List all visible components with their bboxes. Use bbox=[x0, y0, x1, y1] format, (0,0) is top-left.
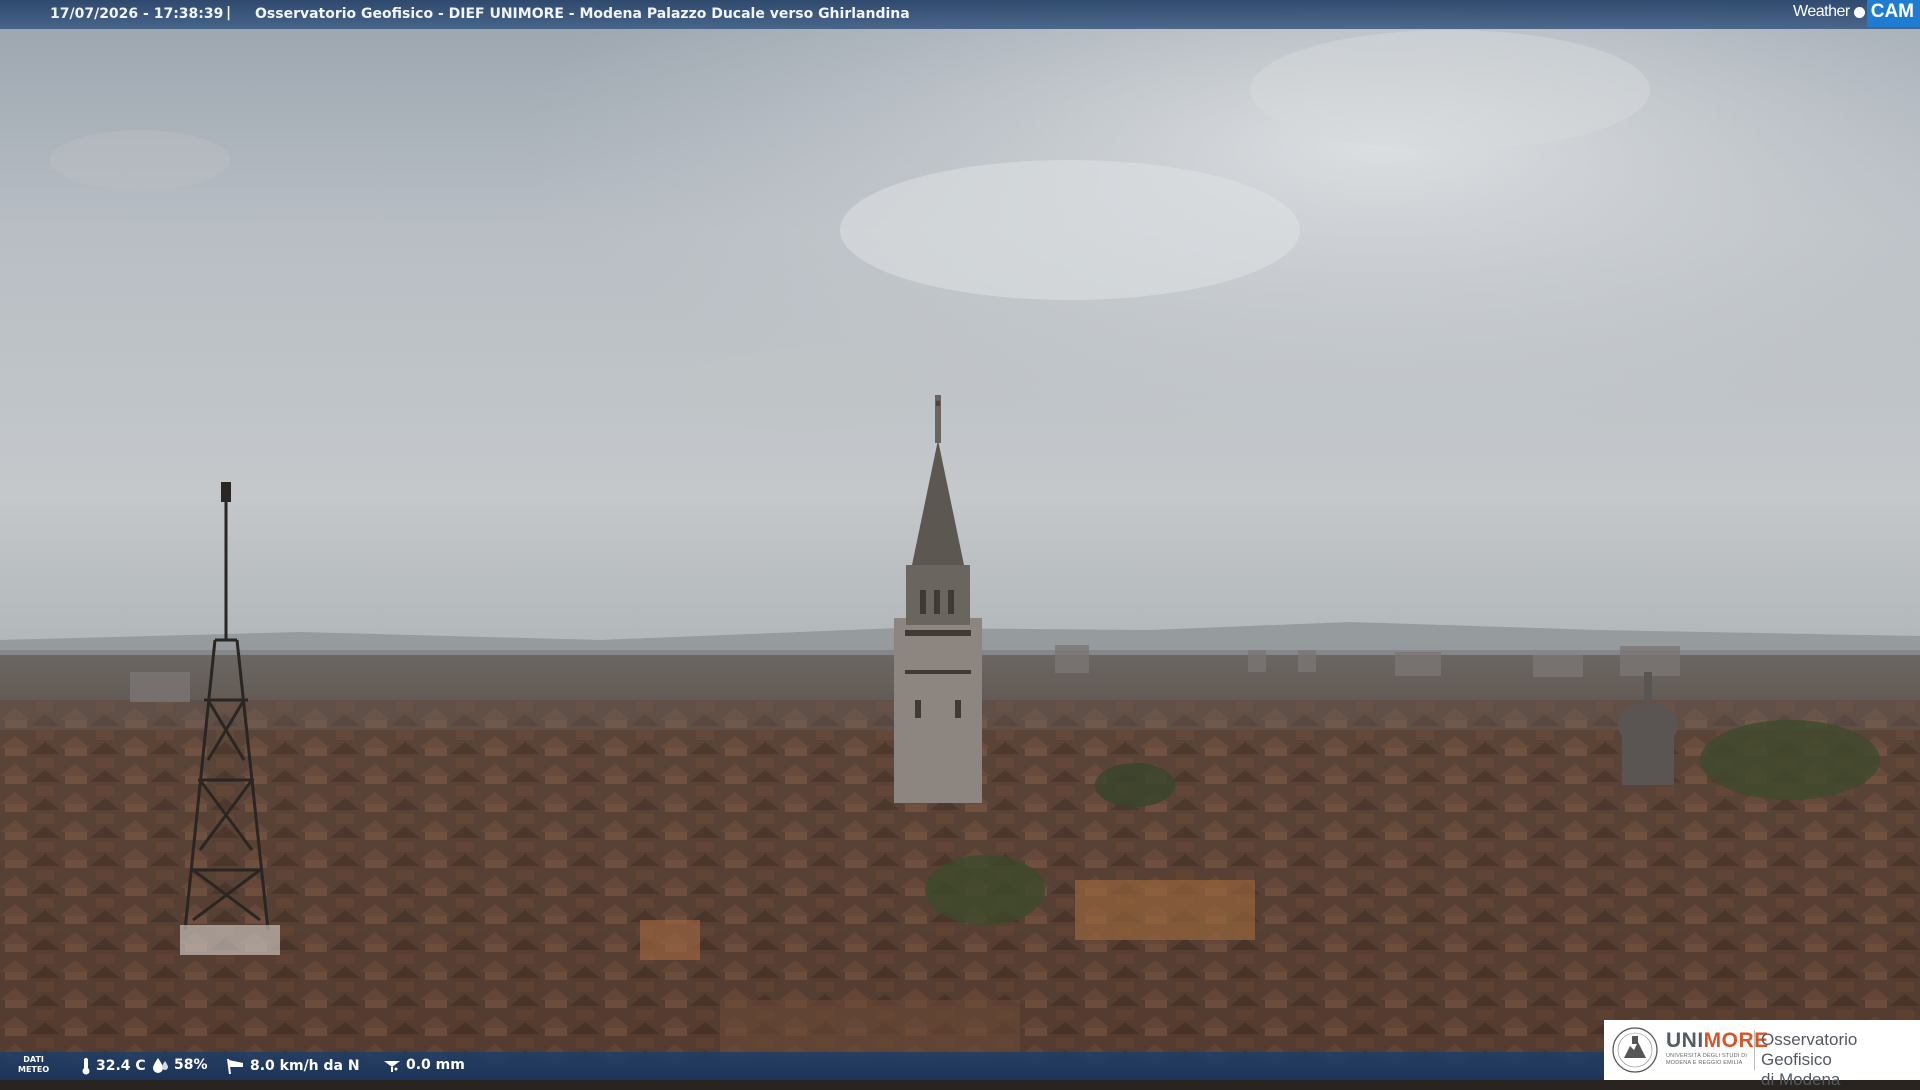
rain-value: 0.0 mm bbox=[406, 1057, 465, 1073]
caption-separator: | bbox=[226, 5, 232, 21]
wind-value: 8.0 km/h da N bbox=[250, 1058, 360, 1074]
temperature-value: 32.4 C bbox=[96, 1058, 146, 1074]
university-seal-icon bbox=[1612, 1027, 1658, 1073]
weathercam-logo-weather: Weather bbox=[1793, 3, 1850, 20]
weather-data-label-line1: DATI bbox=[23, 1055, 44, 1064]
weathercam-logo-dot-icon bbox=[1853, 7, 1865, 18]
logo-divider bbox=[1754, 1030, 1755, 1070]
humidity-value: 58% bbox=[174, 1057, 208, 1073]
thermometer-icon bbox=[82, 1058, 90, 1075]
caption-bar: 17/07/2026 - 17:38:39 | Osservatorio Geo… bbox=[0, 0, 1920, 29]
unimore-subtitle: UNIVERSITÀ DEGLI STUDI DI MODENA E REGGI… bbox=[1666, 1053, 1748, 1066]
observatory-name-line2: di Modena bbox=[1761, 1070, 1841, 1089]
observatory-name-line1: Osservatorio Geofisico bbox=[1761, 1030, 1858, 1069]
unimore-wordmark-uni: UNI bbox=[1666, 1029, 1704, 1052]
observatory-name: Osservatorio Geofisico di Modena bbox=[1761, 1030, 1920, 1090]
unimore-wordmark-more: MORE bbox=[1703, 1029, 1769, 1052]
weather-data-label: DATI METEO bbox=[18, 1055, 49, 1075]
windsock-icon bbox=[227, 1058, 243, 1075]
droplet-icon bbox=[153, 1058, 168, 1073]
camera-title: Osservatorio Geofisico - DIEF UNIMORE - … bbox=[255, 6, 910, 22]
weather-data-label-line2: METEO bbox=[18, 1065, 50, 1074]
rain-reading: 0.0 mm bbox=[382, 1057, 465, 1073]
timestamp: 17/07/2026 - 17:38:39 bbox=[50, 6, 224, 22]
webcam-image bbox=[0, 0, 1920, 1080]
weathercam-logo-cam: CAM bbox=[1866, 0, 1920, 27]
humidity-reading: 58% bbox=[152, 1057, 208, 1073]
wind-reading: 8.0 km/h da N bbox=[226, 1057, 360, 1075]
weathercam-logo: Weather CAM bbox=[1787, 0, 1920, 27]
weather-data-bar: DATI METEO 32.4 C 58% 8.0 km/h da N 0.0 … bbox=[0, 1052, 1604, 1080]
temperature-reading: 32.4 C bbox=[80, 1057, 146, 1075]
rain-gauge-icon bbox=[384, 1061, 400, 1072]
unimore-logo: UNIMORE UNIVERSITÀ DEGLI STUDI DI MODENA… bbox=[1604, 1020, 1920, 1089]
